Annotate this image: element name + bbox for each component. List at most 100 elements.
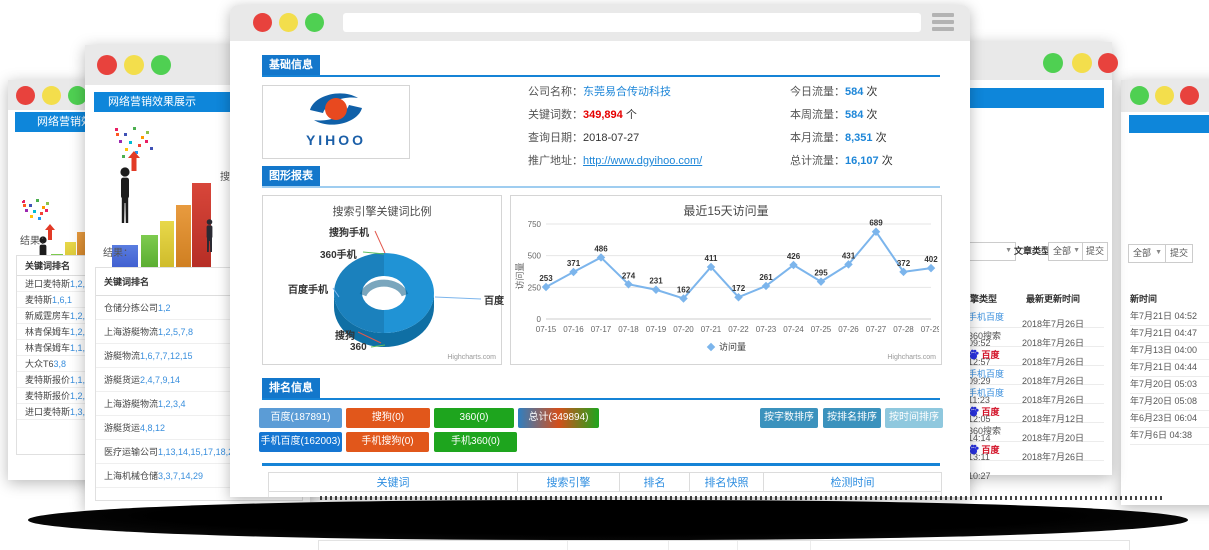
- engine-filter-button[interactable]: 搜狗(0): [346, 408, 430, 428]
- rank-cell[interactable]: 1,13,14,15,17,18,23: [158, 447, 238, 457]
- keyword-cell: 上海游艇物流: [96, 325, 158, 338]
- shadow-base: [28, 500, 1188, 540]
- table-row: 360搜索2018年7月26日 12:57: [968, 327, 1104, 347]
- engine-label: 360搜索: [968, 426, 1001, 436]
- close-window-icon[interactable]: [253, 13, 272, 32]
- rank-cell[interactable]: 1,2: [158, 303, 171, 313]
- window-report-far-right: 全部 ▼ 提交 新时间 年7月21日 04:52年7月21日 04:47年7月1…: [1121, 80, 1209, 505]
- minimize-window-icon[interactable]: [42, 86, 61, 105]
- keyword-cell: 林青保姆车: [17, 325, 70, 338]
- window-chrome: [1121, 80, 1209, 112]
- minimize-window-icon[interactable]: [124, 55, 144, 75]
- sort-button[interactable]: 按时间排序: [885, 408, 943, 428]
- table-row: 年7月13日 04:00: [1130, 342, 1209, 360]
- submit-button[interactable]: 提交: [1165, 244, 1193, 263]
- engine-link[interactable]: 手机百度: [968, 312, 1004, 322]
- keyword-cell: 上海机械仓储: [96, 469, 158, 482]
- window-seo-dashboard: 基础信息 YIHOO 公司名称：东莞易合传动科技关键词数：349,894 个查询…: [230, 5, 970, 497]
- person-figure: [204, 219, 215, 253]
- rank-cell[interactable]: 1,6,7,7,12,15: [140, 351, 193, 361]
- baidu-logo: 百度: [968, 350, 1000, 360]
- keyword-cell: 林青保姆车: [17, 341, 70, 354]
- minimize-window-icon[interactable]: [1155, 86, 1174, 105]
- submit-button[interactable]: 提交: [1082, 242, 1108, 261]
- engine-filter-button[interactable]: 总计(349894): [518, 408, 599, 428]
- keyword-cell: 医疗运输公司: [96, 445, 158, 458]
- column-header-update-time: 新时间: [1130, 292, 1157, 305]
- maximize-window-icon[interactable]: [1130, 86, 1149, 105]
- keyword-cell: 仓储分拣公司: [96, 301, 158, 314]
- close-window-icon[interactable]: [1180, 86, 1199, 105]
- table-row: 年7月21日 04:52: [1130, 308, 1209, 326]
- baidu-logo: 百度: [968, 407, 1000, 417]
- url-bar[interactable]: [343, 13, 921, 32]
- sort-button[interactable]: 按排名排序: [823, 408, 881, 428]
- rank-cell[interactable]: 1,2,5,7,8: [158, 327, 193, 337]
- chevron-down-icon: ▼: [1005, 243, 1012, 259]
- confetti-decoration: [20, 198, 23, 201]
- table-row: 百度2018年7月26日 09:29: [968, 346, 1104, 366]
- keyword-cell: 游艇货运: [96, 373, 140, 386]
- close-window-icon[interactable]: [16, 86, 35, 105]
- keyword-cell: 麦特斯: [17, 293, 52, 306]
- column-header-latest-update: 最新更新时间: [1026, 292, 1080, 305]
- engine-link[interactable]: 手机百度: [968, 388, 1004, 398]
- keyword-cell: 上海游艇物流: [96, 397, 158, 410]
- table-row: 手机百度2018年7月26日 11:23: [968, 365, 1104, 385]
- article-type-label: 文章类型: [1014, 244, 1050, 257]
- menu-icon[interactable]: [932, 13, 954, 34]
- table-row: 年7月21日 04:47: [1130, 325, 1209, 343]
- chevron-down-icon: ▼: [1073, 243, 1080, 259]
- engine-filter-button[interactable]: 360(0): [434, 408, 514, 428]
- engine-label: 360搜索: [968, 331, 1001, 341]
- dashboard-body: 基础信息 YIHOO 公司名称：东莞易合传动科技关键词数：349,894 个查询…: [230, 41, 970, 497]
- rank-cell[interactable]: 3,3,7,14,29: [158, 471, 203, 481]
- rank-cell[interactable]: 2,4,7,9,14: [140, 375, 180, 385]
- table-row: 百度2018年7月12日 14:14: [968, 403, 1104, 423]
- close-window-icon[interactable]: [1098, 53, 1118, 73]
- ranking-table-header: 关键词 搜索引擎 排名 排名快照 检测时间: [268, 472, 942, 492]
- col-keyword: 关键词: [17, 259, 52, 272]
- engine-link[interactable]: 手机百度: [968, 369, 1004, 379]
- red-arrow-up-icon: [128, 151, 140, 171]
- table-row: 年7月21日 04:44: [1130, 359, 1209, 377]
- maximize-window-icon[interactable]: [1043, 53, 1063, 73]
- column-header-engine-type: 擎类型: [970, 292, 997, 305]
- result-label: 结果：: [103, 244, 133, 259]
- type-select[interactable]: 全部 ▼: [1128, 244, 1166, 263]
- engine-filter-button[interactable]: 手机360(0): [434, 432, 517, 452]
- rank-cell[interactable]: 1,6,1: [52, 295, 72, 305]
- minimize-window-icon[interactable]: [279, 13, 298, 32]
- col-rank: 排名: [620, 473, 690, 491]
- table-row: 360搜索2018年7月20日 13:11: [968, 422, 1104, 442]
- table-row: 手机百度2018年7月26日 09:52: [968, 308, 1104, 328]
- table-row: 年7月20日 05:08: [1130, 393, 1209, 411]
- engine-filter-button[interactable]: 手机百度(162003): [259, 432, 342, 452]
- ranking-buttons-layer: 百度(187891)搜狗(0)360(0)总计(349894) 手机百度(1620…: [230, 41, 970, 497]
- col-engine: 搜索引擎: [518, 473, 620, 491]
- maximize-window-icon[interactable]: [305, 13, 324, 32]
- col-keyword: 关键词: [269, 473, 518, 491]
- type-select-value: 全部: [1053, 246, 1071, 256]
- table-row: 年7月6日 04:38: [1130, 427, 1209, 445]
- maximize-window-icon[interactable]: [151, 55, 171, 75]
- table-row: 手机百度2018年7月26日 12:05: [968, 384, 1104, 404]
- cut-label: 搜索: [220, 168, 230, 183]
- engine-filter-button[interactable]: 百度(187891): [259, 408, 342, 428]
- col-keyword: 关键词: [96, 275, 131, 288]
- keyword-cell: 游艇货运: [96, 421, 140, 434]
- rank-cell[interactable]: 4,8,12: [140, 423, 165, 433]
- keyword-cell: 游艇物流: [96, 349, 140, 362]
- table-row: 年6月23日 06:04: [1130, 410, 1209, 428]
- article-type-select[interactable]: 全部 ▼: [1048, 242, 1084, 261]
- close-window-icon[interactable]: [97, 55, 117, 75]
- keyword-cell: 新威霆房车: [17, 309, 70, 322]
- engine-filter-button[interactable]: 手机搜狗(0): [346, 432, 429, 452]
- sort-button[interactable]: 按字数排序: [760, 408, 818, 428]
- minimize-window-icon[interactable]: [1072, 53, 1092, 73]
- keyword-cell: 麦特斯报价: [17, 373, 70, 386]
- rank-cell[interactable]: 1,2,3,4: [158, 399, 186, 409]
- keyword-cell: 麦特斯报价: [17, 389, 70, 402]
- rank-cell[interactable]: 3,8: [54, 359, 67, 369]
- col-rank: 排名: [52, 259, 70, 272]
